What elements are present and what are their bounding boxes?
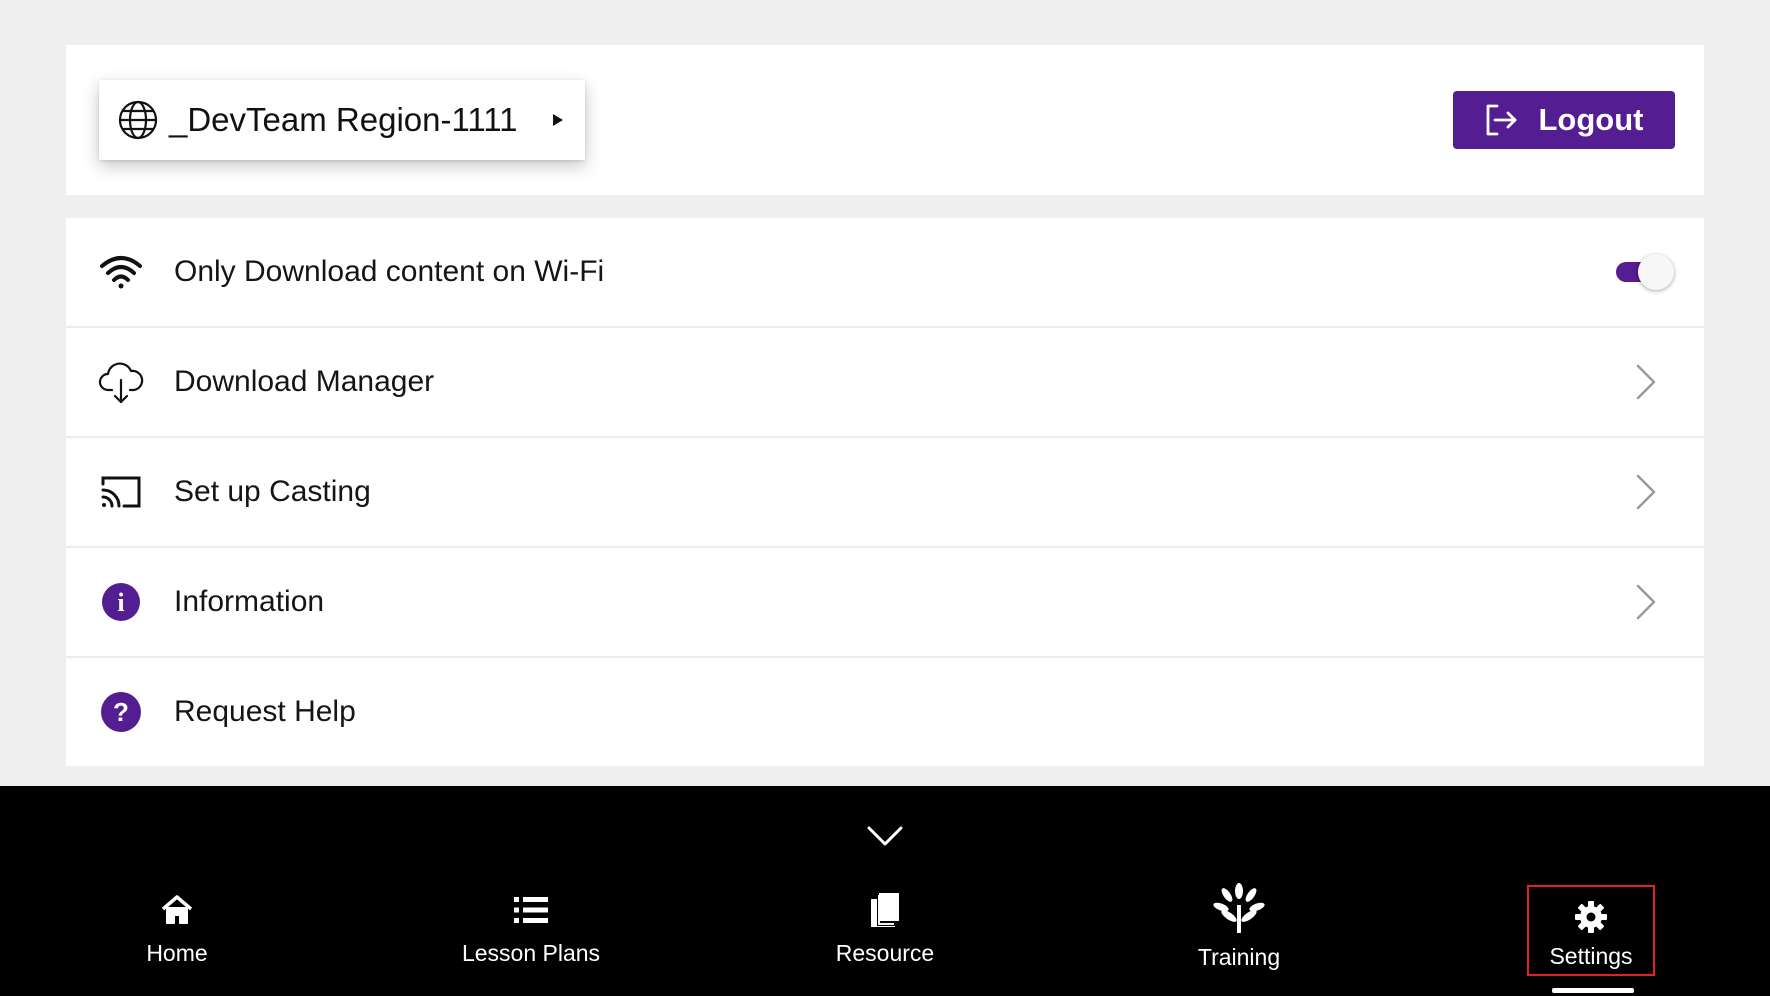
settings-item-wifi-only[interactable]: Only Download content on Wi-Fi [66,218,1704,328]
active-tab-indicator [1552,988,1634,993]
settings-item-information[interactable]: i Information [66,548,1704,658]
nav-label: Settings [1549,943,1633,969]
gear-icon [1571,897,1611,937]
settings-item-request-help[interactable]: ? Request Help [66,658,1704,766]
chevron-right-icon [1634,472,1658,512]
info-icon: i [98,579,144,625]
chevron-down-icon[interactable] [865,820,905,850]
nav-label: Resource [835,940,935,966]
chevron-right-icon [1634,362,1658,402]
nav-item-settings[interactable]: Settings [1527,885,1655,976]
nav-label: Lesson Plans [461,940,601,966]
help-icon: ? [98,689,144,735]
logout-button[interactable]: Logout [1453,91,1675,149]
wifi-only-toggle[interactable] [1614,254,1674,290]
nav-item-lesson-plans[interactable]: Lesson Plans [431,890,631,980]
settings-item-label: Information [174,585,325,618]
settings-item-label: Request Help [174,695,356,728]
home-icon [157,890,197,930]
wifi-icon [98,249,144,295]
toggle-thumb [1638,254,1674,290]
caret-right-icon [551,112,565,128]
tree-icon [1213,882,1265,934]
chevron-right-icon [1634,582,1658,622]
settings-item-download-manager[interactable]: Download Manager [66,328,1704,438]
list-icon [511,890,551,930]
logout-icon [1484,103,1518,137]
header-card: _DevTeam Region-1111 Logout [66,45,1704,195]
settings-item-label: Download Manager [174,365,435,398]
settings-screen: _DevTeam Region-1111 Logout Only Downloa… [0,0,1770,786]
svg-text:?: ? [113,697,129,727]
settings-list: Only Download content on Wi-Fi Download … [66,218,1704,766]
book-icon [865,890,905,930]
nav-item-resource[interactable]: Resource [785,890,985,980]
globe-icon [117,99,159,141]
settings-item-casting[interactable]: Set up Casting [66,438,1704,548]
svg-text:i: i [117,588,124,617]
bottom-navigation: Home Lesson Plans Resource Training Sett… [0,786,1770,996]
logout-label: Logout [1538,102,1644,137]
nav-label: Training [1197,944,1281,970]
settings-item-label: Only Download content on Wi-Fi [174,255,605,288]
cloud-download-icon [98,359,144,405]
nav-label: Home [146,940,208,966]
cast-icon [98,469,144,515]
region-label: _DevTeam Region-1111 [169,101,518,138]
settings-item-label: Set up Casting [174,475,371,508]
region-selector-button[interactable]: _DevTeam Region-1111 [99,80,585,160]
nav-item-home[interactable]: Home [77,890,277,980]
nav-item-training[interactable]: Training [1139,883,1339,980]
